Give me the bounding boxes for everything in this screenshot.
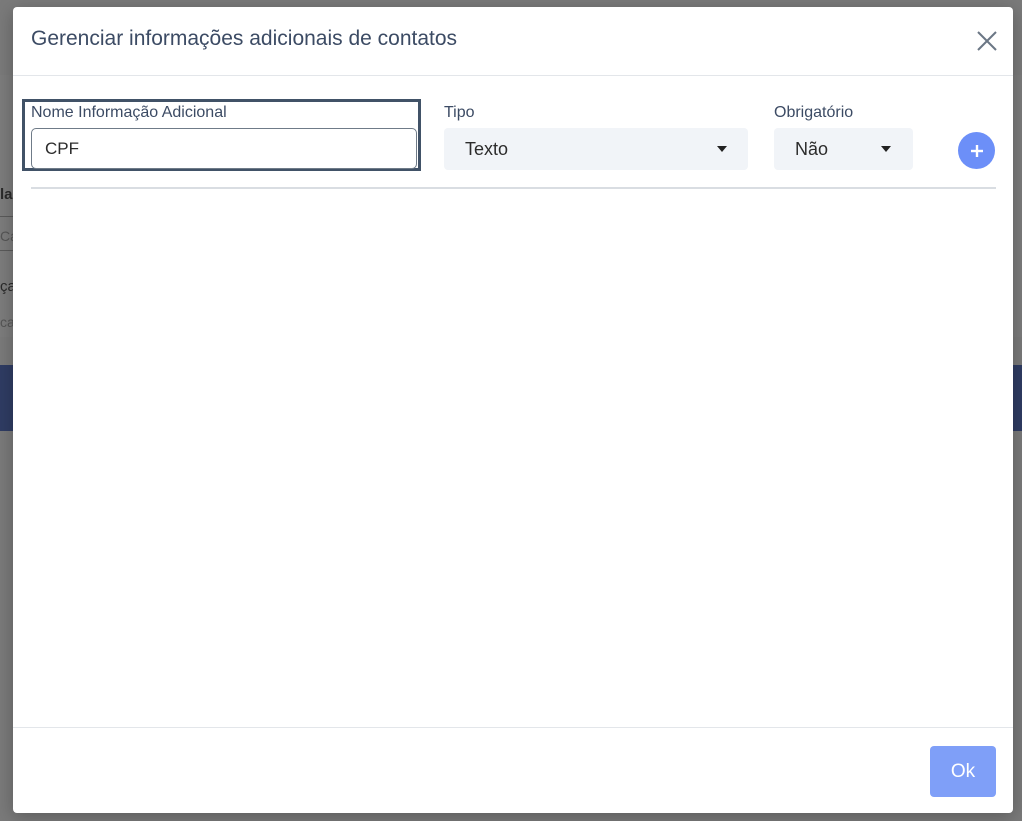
background-divider: [0, 216, 14, 217]
name-field-input[interactable]: [31, 128, 417, 169]
modal-footer: Ok: [13, 727, 1013, 814]
type-select[interactable]: Texto: [444, 128, 748, 170]
close-button[interactable]: [973, 27, 1001, 55]
background-text-fragment: la: [0, 186, 13, 203]
add-field-button[interactable]: [958, 132, 995, 169]
caret-down-icon: [717, 146, 727, 152]
background-divider: [0, 250, 14, 251]
required-select[interactable]: Não: [774, 128, 913, 170]
field-row-divider: [31, 187, 996, 189]
plus-icon: [970, 144, 983, 157]
type-field-label: Tipo: [444, 104, 475, 121]
modal-title: Gerenciar informações adicionais de cont…: [31, 27, 458, 50]
type-select-value: Texto: [465, 139, 509, 159]
ok-button[interactable]: Ok: [930, 746, 996, 797]
modal-header: Gerenciar informações adicionais de cont…: [13, 7, 1013, 76]
caret-down-icon: [881, 146, 891, 152]
close-icon: [977, 31, 997, 51]
name-field-label: Nome Informação Adicional: [31, 104, 227, 121]
required-field-label: Obrigatório: [774, 104, 854, 121]
required-select-value: Não: [795, 139, 829, 159]
additional-info-modal: Gerenciar informações adicionais de cont…: [13, 7, 1013, 813]
